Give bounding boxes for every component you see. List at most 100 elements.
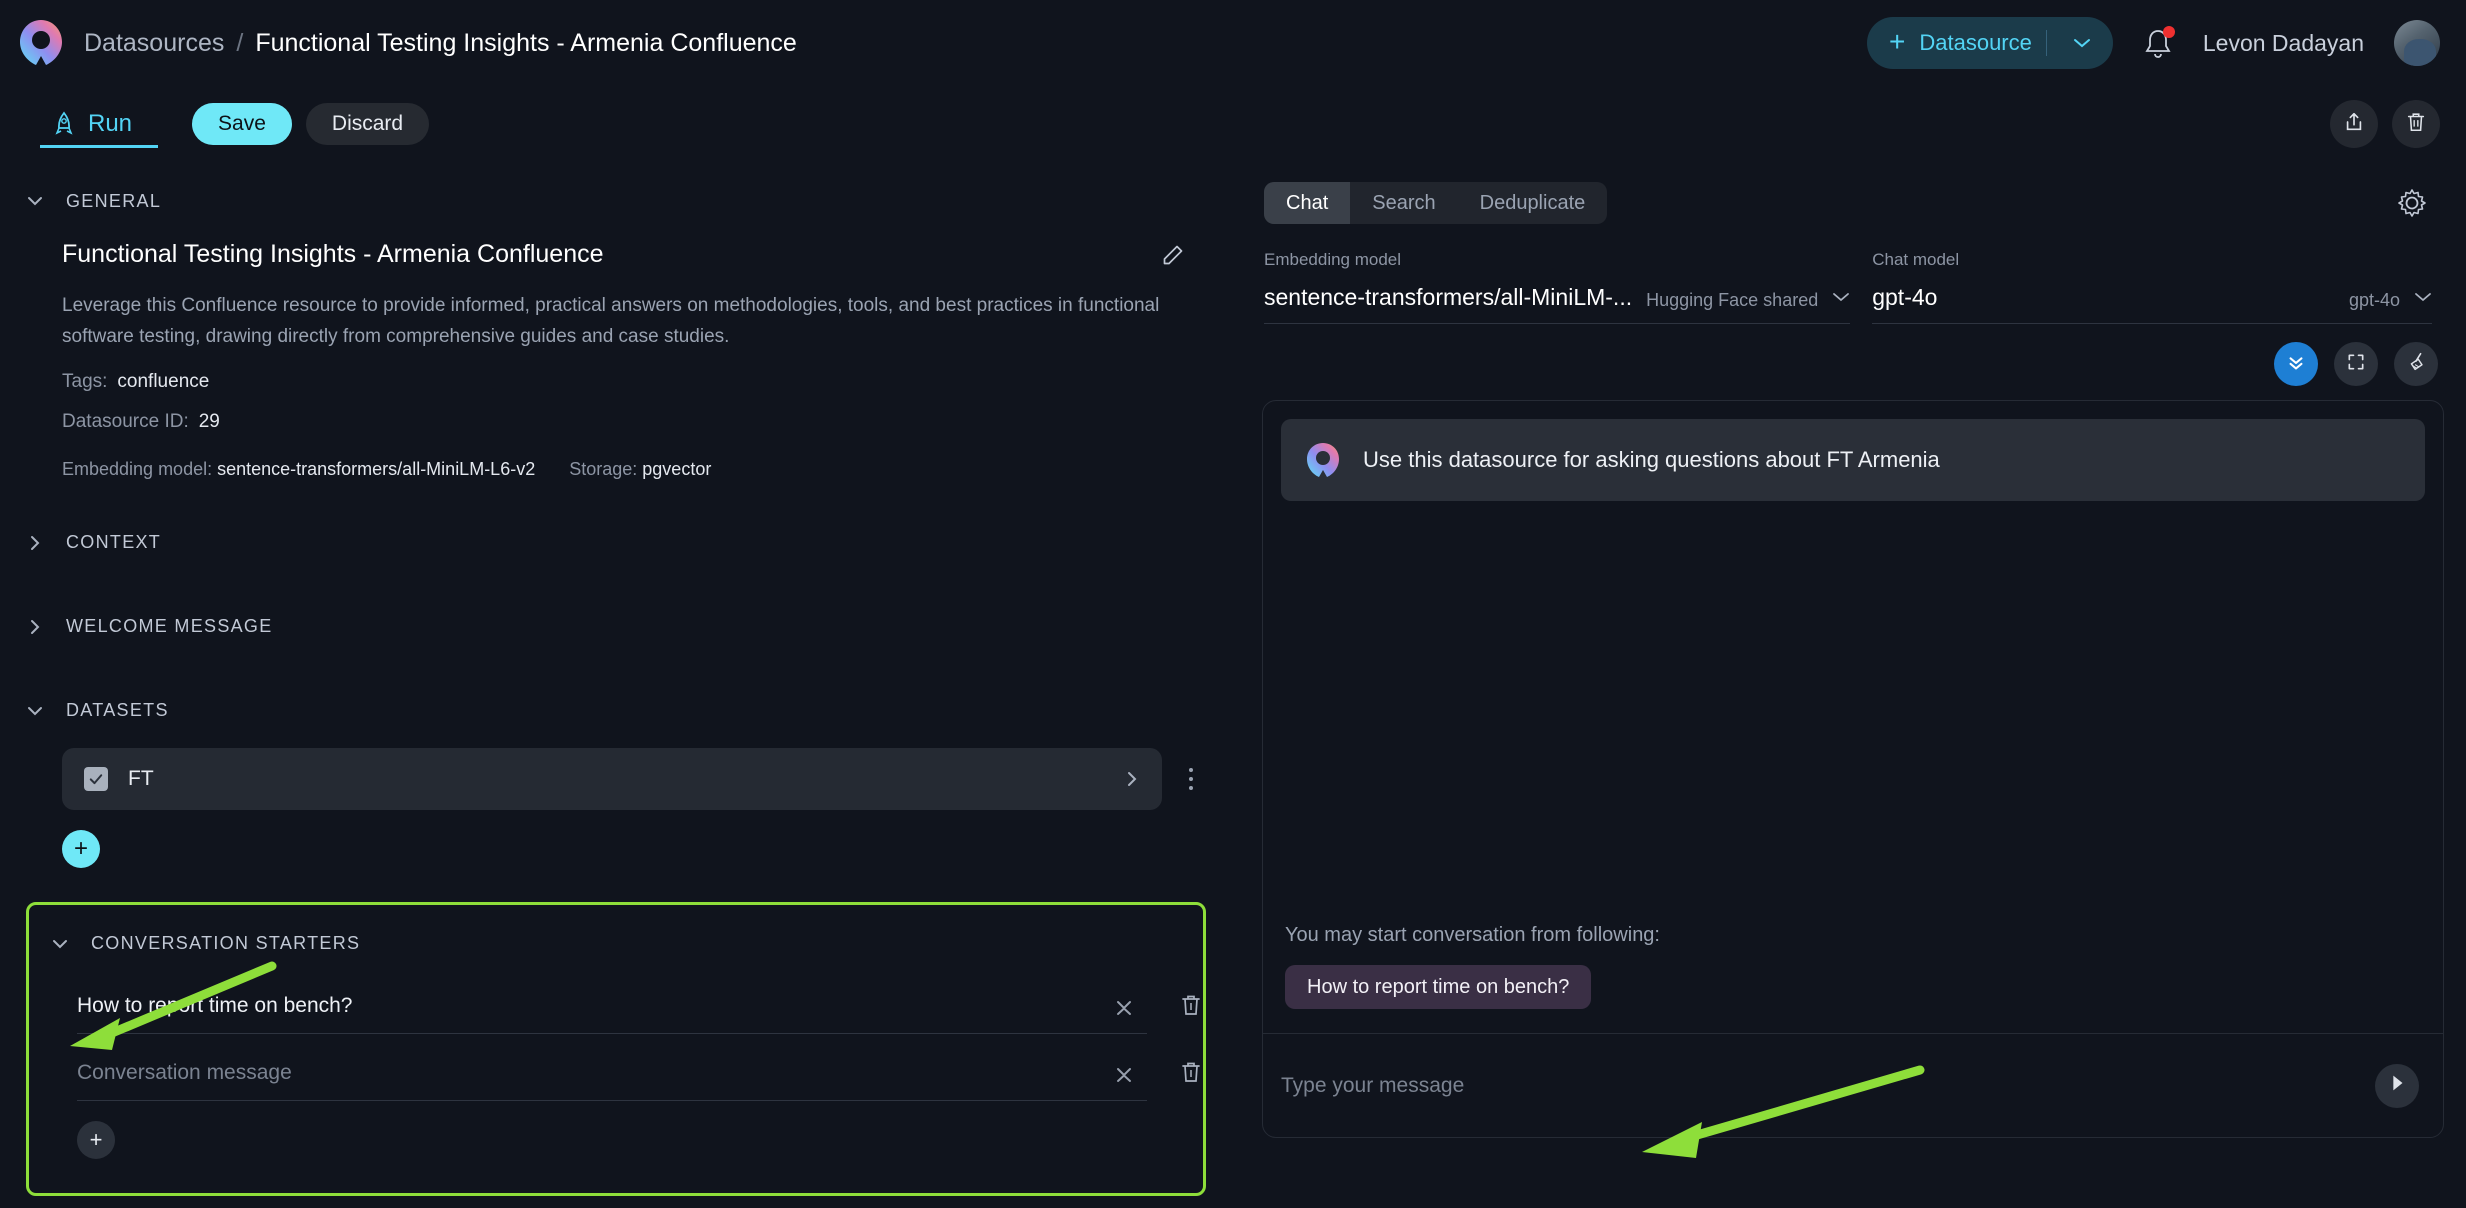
scroll-to-bottom-button[interactable]	[2274, 342, 2318, 386]
drag-handle-icon[interactable]	[1113, 993, 1135, 1019]
chevron-down-icon	[26, 192, 44, 210]
add-datasource-label: Datasource	[1919, 30, 2032, 56]
user-name: Levon Dadayan	[2203, 30, 2364, 57]
embedding-model-label: Embedding model	[1264, 250, 1850, 270]
dataset-checkbox[interactable]	[84, 767, 108, 791]
embedding-model-field[interactable]: Embedding model sentence-transformers/al…	[1264, 250, 1850, 324]
chat-model-field[interactable]: Chat model gpt-4o gpt-4o	[1872, 250, 2432, 324]
app-logo-icon[interactable]	[18, 18, 64, 68]
delete-conversation-starter-button[interactable]	[1179, 1060, 1203, 1086]
section-header-conversation-starters[interactable]: CONVERSATION STARTERS	[29, 921, 1203, 967]
gear-icon[interactable]	[2392, 183, 2432, 223]
add-datasource-button[interactable]: + Datasource	[1867, 17, 2113, 69]
message-input[interactable]: Type your message	[1281, 1074, 2375, 1098]
chat-model-line[interactable]: gpt-4o gpt-4o	[1872, 284, 2432, 324]
dataset-row-wrapper: FT	[26, 748, 1206, 810]
table-row[interactable]: FT	[62, 748, 1162, 810]
chat-container: Use this datasource for asking questions…	[1262, 400, 2444, 1138]
storage-label: Storage:	[569, 459, 637, 479]
model-meta-row: Embedding model: sentence-transformers/a…	[62, 459, 1206, 480]
tab-search[interactable]: Search	[1350, 182, 1457, 224]
conversation-starter-input[interactable]: Conversation message	[77, 1061, 1113, 1085]
toolbar-right-actions	[2330, 100, 2440, 148]
section-header-general[interactable]: GENERAL	[26, 178, 1206, 224]
save-button[interactable]: Save	[192, 103, 292, 145]
section-title: CONVERSATION STARTERS	[91, 933, 360, 954]
starter-chip[interactable]: How to report time on bench?	[1285, 965, 1591, 1009]
tab-chat[interactable]: Chat	[1264, 182, 1350, 224]
tab-run-label: Run	[88, 110, 132, 138]
tab-deduplicate[interactable]: Deduplicate	[1458, 182, 1608, 224]
model-selectors: Embedding model sentence-transformers/al…	[1240, 224, 2466, 324]
embedding-model-line[interactable]: sentence-transformers/all-MiniLM-... Hug…	[1264, 284, 1850, 324]
welcome-message-text: Use this datasource for asking questions…	[1363, 447, 1940, 473]
conversation-starter-row: Conversation message	[29, 1060, 1203, 1101]
section-title: WELCOME MESSAGE	[66, 616, 273, 637]
conversation-starter-row: How to report time on bench?	[29, 993, 1203, 1034]
delete-button[interactable]	[2392, 100, 2440, 148]
notification-bell-icon[interactable]	[2143, 27, 2173, 59]
more-vertical-icon[interactable]	[1176, 768, 1206, 790]
broom-icon	[2405, 351, 2427, 378]
expand-icon	[2346, 352, 2366, 377]
section-header-datasets[interactable]: DATASETS	[26, 688, 1206, 734]
breadcrumb-root[interactable]: Datasources	[84, 29, 224, 58]
breadcrumb-current: Functional Testing Insights - Armenia Co…	[255, 29, 797, 58]
discard-button[interactable]: Discard	[306, 103, 429, 145]
chat-model-provider: gpt-4o	[2349, 290, 2400, 311]
chevron-down-icon[interactable]	[2061, 33, 2103, 54]
preview-panel: Chat Search Deduplicate Embedding model …	[1240, 162, 2466, 1208]
dataset-name: FT	[128, 767, 154, 791]
editor-toolbar: Run Save Discard	[0, 86, 2466, 162]
rocket-icon	[52, 111, 76, 137]
embedding-model-value: sentence-transformers/all-MiniLM-...	[1264, 284, 1632, 311]
fullscreen-button[interactable]	[2334, 342, 2378, 386]
conversation-starter-input[interactable]: How to report time on bench?	[77, 994, 1113, 1018]
chat-model-label: Chat model	[1872, 250, 2432, 270]
starters-label: You may start conversation from followin…	[1285, 924, 2421, 947]
section-title: GENERAL	[66, 191, 161, 212]
breadcrumb-separator: /	[236, 29, 243, 58]
app-header: Datasources / Functional Testing Insight…	[0, 0, 2466, 86]
add-dataset-button[interactable]: +	[62, 830, 100, 868]
preview-tabs: Chat Search Deduplicate	[1264, 182, 1607, 224]
conversation-starters-card: CONVERSATION STARTERS How to report time…	[26, 902, 1206, 1196]
embedding-model-label: Embedding model:	[62, 459, 212, 479]
share-button[interactable]	[2330, 100, 2378, 148]
section-header-context[interactable]: CONTEXT	[26, 520, 1206, 566]
notification-badge	[2163, 26, 2175, 38]
tab-run[interactable]: Run	[26, 86, 158, 162]
trash-icon	[2405, 111, 2427, 138]
avatar[interactable]	[2394, 20, 2440, 66]
chevron-right-icon	[26, 618, 44, 636]
tag-value: confluence	[117, 371, 209, 393]
drag-handle-icon[interactable]	[1113, 1060, 1135, 1086]
settings-panel: GENERAL Functional Testing Insights - Ar…	[0, 162, 1240, 1208]
double-chevron-down-icon	[2285, 351, 2307, 378]
conversation-starter-input-wrap[interactable]: Conversation message	[77, 1060, 1147, 1101]
tags-label: Tags:	[62, 371, 107, 393]
clear-chat-button[interactable]	[2394, 342, 2438, 386]
send-icon	[2386, 1072, 2408, 1099]
chevron-down-icon[interactable]	[2414, 290, 2432, 308]
chevron-down-icon	[26, 702, 44, 720]
section-header-welcome-message[interactable]: WELCOME MESSAGE	[26, 604, 1206, 650]
general-section-body: Functional Testing Insights - Armenia Co…	[26, 224, 1206, 480]
storage-value: pgvector	[642, 459, 711, 479]
chevron-right-icon[interactable]	[1122, 769, 1142, 789]
chevron-down-icon	[51, 935, 69, 953]
active-tab-indicator	[40, 145, 158, 148]
breadcrumb: Datasources / Functional Testing Insight…	[84, 29, 797, 58]
datasource-id-row: Datasource ID: 29	[62, 411, 1206, 433]
section-title: CONTEXT	[66, 532, 161, 553]
plus-icon: +	[1889, 28, 1905, 56]
embedding-model-value: sentence-transformers/all-MiniLM-L6-v2	[217, 459, 535, 479]
conversation-starter-input-wrap[interactable]: How to report time on bench?	[77, 993, 1147, 1034]
add-conversation-starter-button[interactable]: +	[77, 1121, 115, 1159]
edit-pencil-icon[interactable]	[1162, 244, 1184, 266]
delete-conversation-starter-button[interactable]	[1179, 993, 1203, 1019]
tags-row: Tags: confluence	[62, 371, 1206, 393]
chevron-down-icon[interactable]	[1832, 290, 1850, 308]
send-button[interactable]	[2375, 1064, 2419, 1108]
chevron-right-icon	[26, 534, 44, 552]
